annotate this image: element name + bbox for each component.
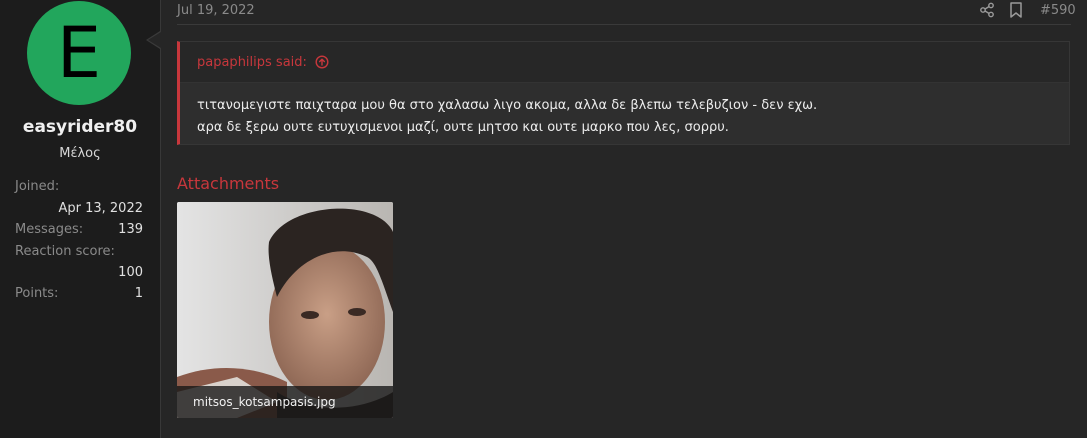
post-pointer-arrow-inner [148,32,161,48]
quote-author[interactable]: papaphilips said: [197,55,307,70]
username[interactable]: easyrider80 [0,117,160,137]
messages-value: 139 [118,222,143,237]
joined-label: Joined: [15,179,60,194]
post-date[interactable]: Jul 19, 2022 [177,3,255,18]
points-value: 1 [134,286,143,301]
avatar[interactable]: E [27,1,131,105]
bookmark-icon[interactable] [1009,2,1023,18]
user-title: Μέλος [59,146,101,161]
joined-value: Apr 13, 2022 [58,201,143,216]
messages-label: Messages: [15,222,84,237]
points-label: Points: [15,286,59,301]
attachment-filename[interactable]: mitsos_kotsampasis.jpg [177,386,393,418]
quote-header[interactable]: papaphilips said: [180,42,1069,83]
post-header-divider [177,24,1071,25]
quote-block: papaphilips said: τιτανομεγιστε παιχταρα… [177,41,1070,145]
reaction-score-label: Reaction score: [15,244,115,259]
user-sidebar: E easyrider80 Μέλος Joined: Apr 13, 2022… [0,0,161,438]
attachments-heading: Attachments [177,174,280,193]
attachment-thumbnail[interactable]: mitsos_kotsampasis.jpg [177,202,393,418]
post-number[interactable]: #590 [1040,3,1076,18]
quote-content: τιτανομεγιστε παιχταρα μου θα στο χαλασω… [180,83,1069,139]
quote-line: τιτανομεγιστε παιχταρα μου θα στο χαλασω… [197,98,818,113]
reaction-score-value: 100 [118,265,143,280]
share-icon[interactable] [979,2,995,18]
quote-line: αρα δε ξερω ουτε ευτυχισμενοι μαζί, ουτε… [197,120,729,135]
arrow-up-circle-icon[interactable] [315,55,329,69]
